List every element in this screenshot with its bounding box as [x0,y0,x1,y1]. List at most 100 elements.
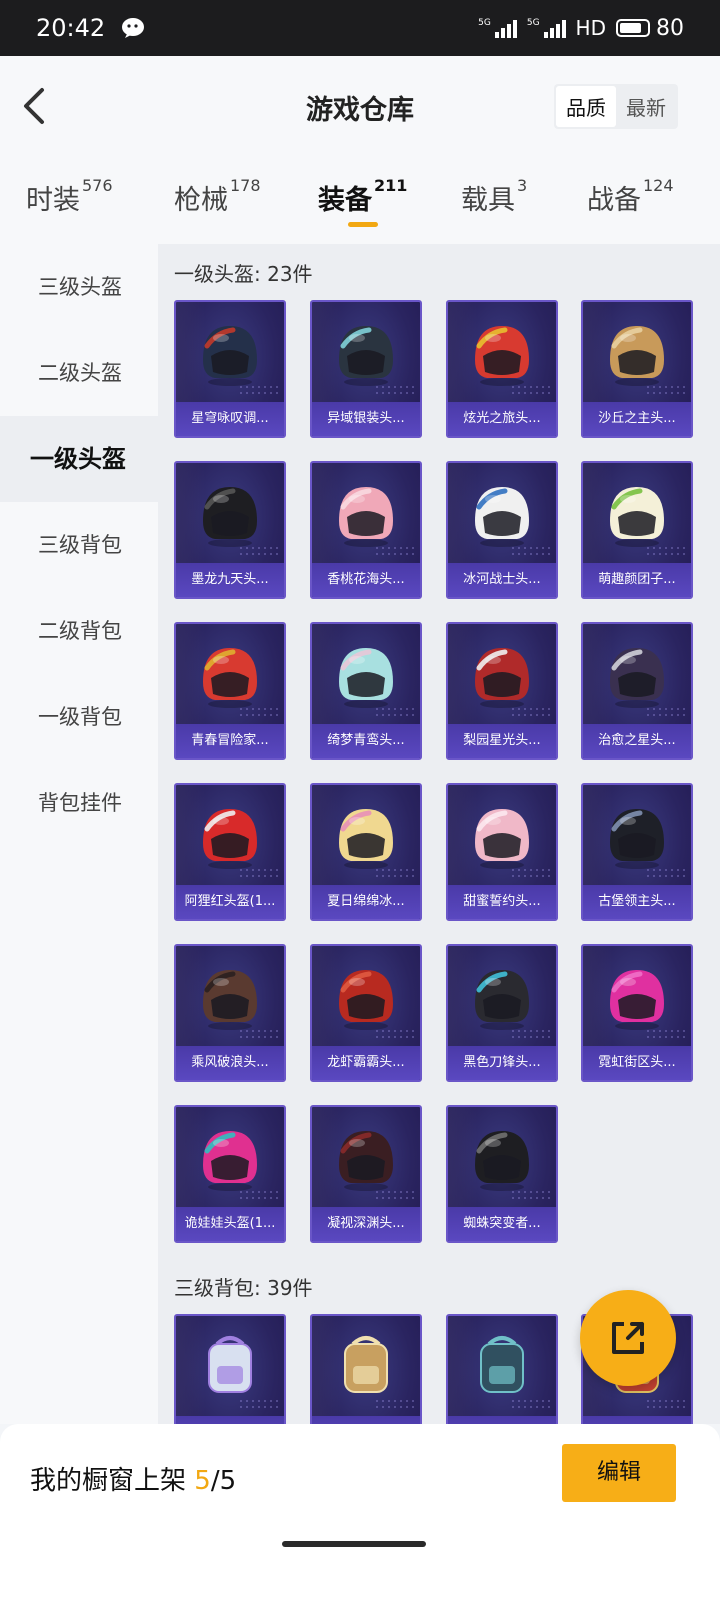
helmet-card[interactable]: 诡娃娃头盔(1... [174,1105,286,1243]
status-time: 20:42 [36,14,106,42]
item-name: 古堡领主头... [583,885,691,919]
card-pattern [510,1028,550,1042]
card-pattern [374,1398,414,1412]
item-name: 治愈之星头... [583,724,691,758]
card-pattern [645,1028,685,1042]
helmet-icon [339,970,393,1030]
item-name: 炫光之旅头... [448,402,556,436]
helmet-card[interactable]: 古堡领主头... [581,783,693,921]
card-pattern [374,545,414,559]
card-pattern [645,706,685,720]
helmet-card[interactable]: 凝视深渊头... [310,1105,422,1243]
helmet-card[interactable]: 炫光之旅头... [446,300,558,438]
card-pattern [510,1189,550,1203]
helmet-card[interactable]: 香桃花海头... [310,461,422,599]
item-name: 荧海星豚背... [176,1416,284,1424]
backpack-icon [480,1336,524,1393]
helmet-card[interactable]: 沙丘之主头... [581,300,693,438]
wechat-icon [122,18,145,38]
card-pattern [510,545,550,559]
tab-equipment[interactable]: 装备 211 [318,176,407,227]
section-title: 一级头盔: 23件 [174,262,313,286]
item-name: 巳巳如意背... [583,1416,691,1424]
card-pattern [238,867,278,881]
sidebar-item-backpack-3[interactable]: 三级背包 [0,502,158,588]
tab-vehicles[interactable]: 载具 3 [461,176,527,217]
sort-quality-button[interactable]: 品质 [556,86,616,127]
tab-guns[interactable]: 枪械 178 [174,176,261,217]
item-name: 萌趣颜团子... [583,563,691,597]
showcase-status: 我的橱窗上架 5/5 [30,1466,237,1496]
helmet-card[interactable]: 治愈之星头... [581,622,693,760]
card-pattern [374,1189,414,1203]
sidebar-item-helmet-3[interactable]: 三级头盔 [0,244,158,330]
card-pattern [645,867,685,881]
home-indicator [282,1541,426,1547]
helmet-card[interactable]: 甜蜜誓约头... [446,783,558,921]
item-name: 异域银装头... [312,402,420,436]
helmet-card[interactable]: 夏日绵绵冰... [310,783,422,921]
tab-supplies[interactable]: 战备 124 [587,176,674,217]
item-grid: 一级头盔: 23件 星穹咏叹调... 异域银装头... 炫光之旅头... 沙丘之… [158,244,720,1424]
helmet-card[interactable]: 蜘蛛突变者... [446,1105,558,1243]
helmet-card[interactable]: 异域银装头... [310,300,422,438]
helmet-card[interactable]: 星穹咏叹调... [174,300,286,438]
card-pattern [238,706,278,720]
helmet-card[interactable]: 青春冒险家... [174,622,286,760]
helmet-icon [475,648,529,708]
card-pattern [238,1028,278,1042]
card-pattern [238,1398,278,1412]
tab-fashion[interactable]: 时装 576 [26,176,113,217]
item-name: 星穹咏叹调... [176,402,284,436]
card-pattern [238,545,278,559]
helmet-icon [339,326,393,386]
backpack-card[interactable]: 异域银装背... [446,1314,558,1424]
helmet-card[interactable]: 绮梦青鸾头... [310,622,422,760]
item-name: 绮梦青鸾头... [312,724,420,758]
status-bar: 20:42 5G 5G HD 80 [0,0,720,56]
helmet-card[interactable]: 墨龙九天头... [174,461,286,599]
helmet-card[interactable]: 冰河战士头... [446,461,558,599]
hd-badge: HD [575,16,606,40]
edit-button[interactable]: 编辑 [562,1444,676,1502]
card-pattern [238,384,278,398]
helmet-card[interactable]: 萌趣颜团子... [581,461,693,599]
helmet-card[interactable]: 阿狸红头盔(1... [174,783,286,921]
card-pattern [374,867,414,881]
item-name: 诡娃娃头盔(1... [176,1207,284,1241]
backpack-card[interactable]: 星穹咏叹调... [310,1314,422,1424]
helmet-card[interactable]: 梨园星光头... [446,622,558,760]
active-tab-indicator [348,222,378,227]
card-pattern [374,706,414,720]
sidebar-item-helmet-1[interactable]: 一级头盔 [0,416,158,502]
signal-icon-2: 5G [527,18,566,38]
card-pattern [645,384,685,398]
share-button[interactable] [580,1290,676,1386]
helmet-icon [203,487,257,547]
helmet-card[interactable]: 龙虾霸霸头... [310,944,422,1082]
sidebar-item-backpack-charm[interactable]: 背包挂件 [0,760,158,846]
backpack-card[interactable]: 荧海星豚背... [174,1314,286,1424]
sort-toggle: 品质 最新 [554,84,678,129]
item-name: 香桃花海头... [312,563,420,597]
helmet-icon [610,487,664,547]
sidebar-item-backpack-1[interactable]: 一级背包 [0,674,158,760]
helmet-icon [475,1131,529,1191]
card-pattern [238,1189,278,1203]
backpack-icon [344,1336,388,1393]
helmet-icon [203,970,257,1030]
item-name: 黑色刀锋头... [448,1046,556,1080]
helmet-card[interactable]: 霓虹街区头... [581,944,693,1082]
card-pattern [510,384,550,398]
item-name: 蜘蛛突变者... [448,1207,556,1241]
sidebar-item-helmet-2[interactable]: 二级头盔 [0,330,158,416]
helmet-card[interactable]: 乘风破浪头... [174,944,286,1082]
helmet-icon [475,970,529,1030]
app-header: 游戏仓库 品质 最新 [0,56,720,156]
helmet-card[interactable]: 黑色刀锋头... [446,944,558,1082]
helmet-icon [203,326,257,386]
sort-newest-button[interactable]: 最新 [616,86,676,127]
sidebar-item-backpack-2[interactable]: 二级背包 [0,588,158,674]
card-pattern [510,867,550,881]
helmet-icon [339,648,393,708]
